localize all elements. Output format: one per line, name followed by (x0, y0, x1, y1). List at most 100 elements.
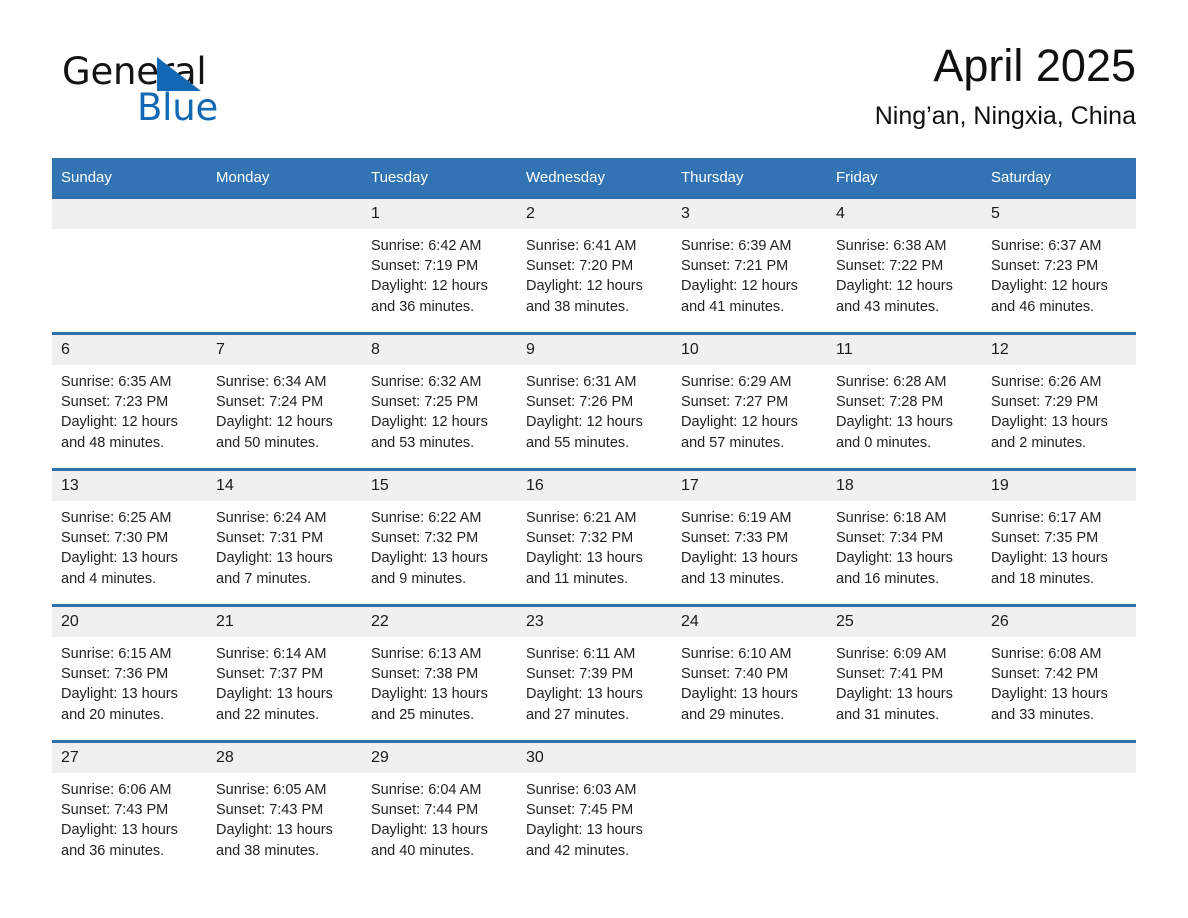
day-detail-line: and 16 minutes. (836, 570, 940, 587)
day-number: 8 (362, 335, 517, 365)
day-cell-10[interactable]: 10 Sunrise: 6:29 AM Sunset: 7:27 PM Dayligh… (672, 332, 827, 454)
day-number: 6 (52, 335, 207, 365)
day-cell-21[interactable]: 21 Sunrise: 6:14 AM Sunset: 7:37 PM Dayligh… (207, 604, 362, 726)
day-cell-30[interactable]: 30 Sunrise: 6:03 AM Sunset: 7:45 PM Dayligh… (517, 740, 672, 862)
day-detail-line: and 33 minutes. (991, 706, 1095, 723)
day-detail-line: and 38 minutes. (526, 298, 630, 315)
day-detail-line: and 38 minutes. (216, 842, 320, 859)
day-details (52, 229, 207, 236)
day-detail-line: Daylight: 13 hours (371, 686, 488, 703)
week-spacer (52, 726, 1136, 740)
day-detail-line: and 46 minutes. (991, 298, 1095, 315)
day-cell-20[interactable]: 20 Sunrise: 6:15 AM Sunset: 7:36 PM Dayligh… (52, 604, 207, 726)
day-detail-line: and 4 minutes. (61, 570, 157, 587)
day-cell-24[interactable]: 24 Sunrise: 6:10 AM Sunset: 7:40 PM Dayligh… (672, 604, 827, 726)
day-detail-line: Sunset: 7:40 PM (681, 666, 789, 683)
day-cell-15[interactable]: 15 Sunrise: 6:22 AM Sunset: 7:32 PM Dayligh… (362, 468, 517, 590)
day-detail-line: Daylight: 13 hours (61, 686, 178, 703)
day-detail-line: Sunset: 7:38 PM (371, 666, 479, 683)
day-details: Sunrise: 6:29 AM Sunset: 7:27 PM Daylight:… (672, 365, 827, 453)
day-cell-16[interactable]: 16 Sunrise: 6:21 AM Sunset: 7:32 PM Dayligh… (517, 468, 672, 590)
day-detail-line: Daylight: 13 hours (991, 686, 1108, 703)
day-cell-29[interactable]: 29 Sunrise: 6:04 AM Sunset: 7:44 PM Dayligh… (362, 740, 517, 862)
day-detail-line: Sunset: 7:21 PM (681, 258, 789, 275)
day-details: Sunrise: 6:38 AM Sunset: 7:22 PM Daylight:… (827, 229, 982, 317)
day-cell-4[interactable]: 4 Sunrise: 6:38 AM Sunset: 7:22 PM Daylight… (827, 196, 982, 318)
day-number: 4 (827, 199, 982, 229)
day-number: 24 (672, 607, 827, 637)
day-detail-line: Sunset: 7:20 PM (526, 258, 634, 275)
day-detail-line: Daylight: 13 hours (61, 822, 178, 839)
week-spacer-cell (52, 590, 1136, 604)
day-cell-5[interactable]: 5 Sunrise: 6:37 AM Sunset: 7:23 PM Daylight… (982, 196, 1136, 318)
day-number: 25 (827, 607, 982, 637)
calendar-page: General Blue April 2025 Ning’an, Ningxia… (0, 0, 1188, 918)
day-detail-line: Sunset: 7:23 PM (991, 258, 1099, 275)
day-detail-line: Sunrise: 6:10 AM (681, 646, 792, 662)
day-cell-19[interactable]: 19 Sunrise: 6:17 AM Sunset: 7:35 PM Dayligh… (982, 468, 1136, 590)
day-cell-6[interactable]: 6 Sunrise: 6:35 AM Sunset: 7:23 PM Daylight… (52, 332, 207, 454)
day-details: Sunrise: 6:18 AM Sunset: 7:34 PM Daylight:… (827, 501, 982, 589)
day-detail-line: Daylight: 13 hours (526, 822, 643, 839)
day-details (982, 773, 1136, 780)
day-cell-26[interactable]: 26 Sunrise: 6:08 AM Sunset: 7:42 PM Dayligh… (982, 604, 1136, 726)
calendar-week-row: 20 Sunrise: 6:15 AM Sunset: 7:36 PM Dayligh… (52, 604, 1136, 726)
day-cell-empty (672, 740, 827, 862)
day-cell-1[interactable]: 1 Sunrise: 6:42 AM Sunset: 7:19 PM Daylight… (362, 196, 517, 318)
day-cell-14[interactable]: 14 Sunrise: 6:24 AM Sunset: 7:31 PM Dayligh… (207, 468, 362, 590)
day-detail-line: Daylight: 13 hours (61, 550, 178, 567)
day-detail-line: Daylight: 13 hours (216, 550, 333, 567)
day-detail-line: Sunrise: 6:19 AM (681, 510, 792, 526)
day-detail-line: Sunrise: 6:21 AM (526, 510, 637, 526)
day-detail-line: and 55 minutes. (526, 434, 630, 451)
day-detail-line: Sunrise: 6:28 AM (836, 374, 947, 390)
title-block: April 2025 Ning’an, Ningxia, China (875, 38, 1136, 131)
day-details: Sunrise: 6:10 AM Sunset: 7:40 PM Daylight:… (672, 637, 827, 725)
day-number: 19 (982, 471, 1136, 501)
general-blue-logo[interactable]: General Blue (57, 52, 347, 138)
day-cell-3[interactable]: 3 Sunrise: 6:39 AM Sunset: 7:21 PM Daylight… (672, 196, 827, 318)
day-details: Sunrise: 6:21 AM Sunset: 7:32 PM Daylight:… (517, 501, 672, 589)
day-detail-line: and 0 minutes. (836, 434, 932, 451)
day-number (982, 743, 1136, 773)
day-details: Sunrise: 6:09 AM Sunset: 7:41 PM Daylight:… (827, 637, 982, 725)
day-detail-line: Sunrise: 6:05 AM (216, 782, 327, 798)
day-number (827, 743, 982, 773)
calendar-week-row: 27 Sunrise: 6:06 AM Sunset: 7:43 PM Dayligh… (52, 740, 1136, 862)
day-detail-line: Sunrise: 6:06 AM (61, 782, 172, 798)
day-details: Sunrise: 6:35 AM Sunset: 7:23 PM Daylight:… (52, 365, 207, 453)
day-cell-28[interactable]: 28 Sunrise: 6:05 AM Sunset: 7:43 PM Dayligh… (207, 740, 362, 862)
day-number: 14 (207, 471, 362, 501)
calendar-container: Sunday Monday Tuesday Wednesday Thursday Frid… (52, 158, 1136, 862)
day-number: 26 (982, 607, 1136, 637)
day-details: Sunrise: 6:14 AM Sunset: 7:37 PM Daylight:… (207, 637, 362, 725)
day-cell-8[interactable]: 8 Sunrise: 6:32 AM Sunset: 7:25 PM Daylight… (362, 332, 517, 454)
day-detail-line: Sunrise: 6:38 AM (836, 238, 947, 254)
day-number: 5 (982, 199, 1136, 229)
day-cell-9[interactable]: 9 Sunrise: 6:31 AM Sunset: 7:26 PM Daylight… (517, 332, 672, 454)
day-detail-line: Sunrise: 6:32 AM (371, 374, 482, 390)
day-detail-line: Daylight: 13 hours (371, 822, 488, 839)
day-detail-line: and 50 minutes. (216, 434, 320, 451)
day-cell-17[interactable]: 17 Sunrise: 6:19 AM Sunset: 7:33 PM Dayligh… (672, 468, 827, 590)
day-detail-line: and 36 minutes. (371, 298, 475, 315)
day-detail-line: Sunset: 7:44 PM (371, 802, 479, 819)
day-cell-23[interactable]: 23 Sunrise: 6:11 AM Sunset: 7:39 PM Dayligh… (517, 604, 672, 726)
day-details: Sunrise: 6:15 AM Sunset: 7:36 PM Daylight:… (52, 637, 207, 725)
day-cell-12[interactable]: 12 Sunrise: 6:26 AM Sunset: 7:29 PM Dayligh… (982, 332, 1136, 454)
day-cell-2[interactable]: 2 Sunrise: 6:41 AM Sunset: 7:20 PM Daylight… (517, 196, 672, 318)
day-number: 20 (52, 607, 207, 637)
day-cell-22[interactable]: 22 Sunrise: 6:13 AM Sunset: 7:38 PM Dayligh… (362, 604, 517, 726)
day-cell-27[interactable]: 27 Sunrise: 6:06 AM Sunset: 7:43 PM Dayligh… (52, 740, 207, 862)
day-cell-25[interactable]: 25 Sunrise: 6:09 AM Sunset: 7:41 PM Dayligh… (827, 604, 982, 726)
day-number: 23 (517, 607, 672, 637)
day-cell-7[interactable]: 7 Sunrise: 6:34 AM Sunset: 7:24 PM Daylight… (207, 332, 362, 454)
day-detail-line: Sunrise: 6:11 AM (526, 646, 636, 662)
day-cell-18[interactable]: 18 Sunrise: 6:18 AM Sunset: 7:34 PM Dayligh… (827, 468, 982, 590)
day-number: 29 (362, 743, 517, 773)
day-cell-11[interactable]: 11 Sunrise: 6:28 AM Sunset: 7:28 PM Dayligh… (827, 332, 982, 454)
day-detail-line: and 2 minutes. (991, 434, 1087, 451)
day-detail-line: Sunrise: 6:08 AM (991, 646, 1102, 662)
day-cell-13[interactable]: 13 Sunrise: 6:25 AM Sunset: 7:30 PM Dayligh… (52, 468, 207, 590)
day-detail-line: Daylight: 13 hours (836, 686, 953, 703)
